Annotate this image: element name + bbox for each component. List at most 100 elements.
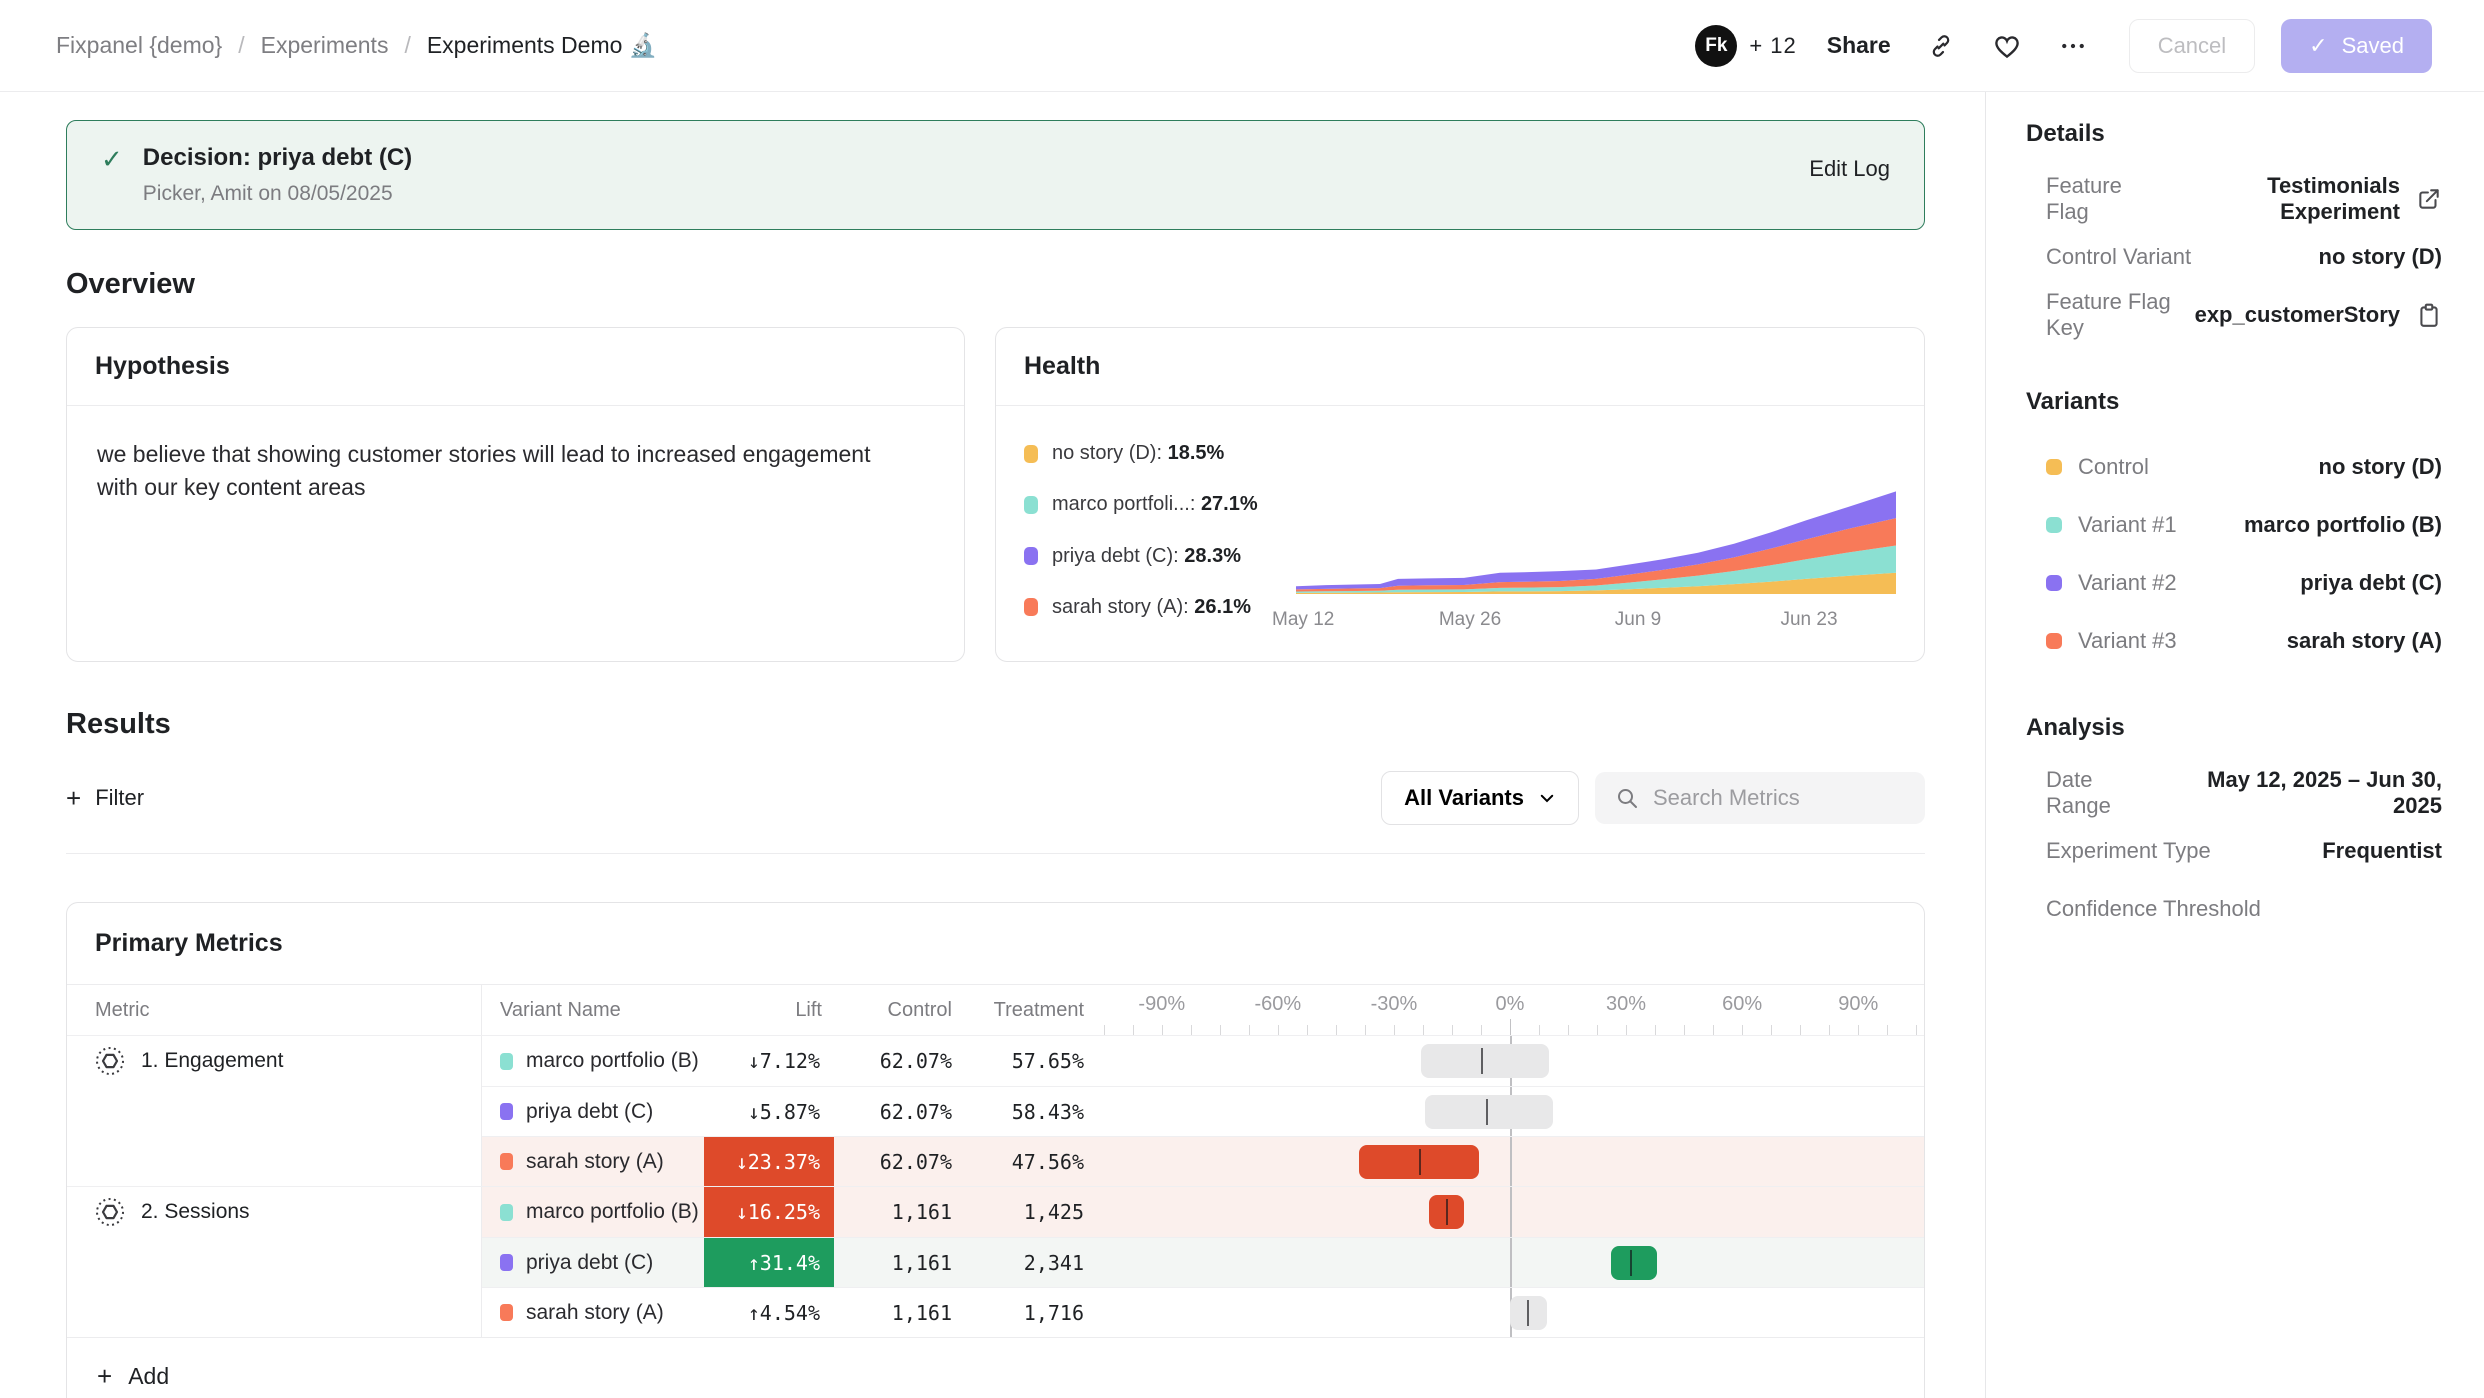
lift-axis-tick (1626, 1025, 1627, 1035)
lift-axis-tick (1336, 1025, 1337, 1035)
lift-axis-tick (1278, 1025, 1279, 1035)
treatment-value: 1,425 (964, 1187, 1096, 1237)
exposure-area-chart (1296, 482, 1896, 599)
breadcrumb-item[interactable]: Fixpanel {demo} (56, 32, 222, 59)
lift-axis: -90%-60%-30%0%30%60%90% (1096, 985, 1924, 1035)
metric-cell[interactable]: 2. Sessions (67, 1187, 482, 1337)
sidebar-row: Control Variantno story (D) (2026, 228, 2442, 286)
col-header-variant: Variant Name (482, 985, 704, 1035)
saved-button[interactable]: ✓ Saved (2281, 19, 2432, 73)
col-header-treatment: Treatment (964, 985, 1096, 1035)
sidebar-row: Feature FlagTestimonials Experiment (2026, 170, 2442, 228)
health-title: Health (1024, 352, 1896, 381)
table-row[interactable]: sarah story (A)↑4.54%1,1611,716 (482, 1287, 1924, 1337)
metric-cell[interactable]: 1. Engagement (67, 1036, 482, 1186)
more-button[interactable] (2053, 26, 2093, 66)
lift-axis-tick-label: 60% (1722, 993, 1762, 1016)
metrics-table-body: 1. Engagementmarco portfolio (B)↓7.12%62… (67, 1035, 1924, 1337)
table-row[interactable]: marco portfolio (B)↓7.12%62.07%57.65% (482, 1036, 1924, 1086)
col-header-metric: Metric (67, 985, 482, 1035)
lift-axis-tick (1394, 1025, 1395, 1035)
variant-name: sarah story (A) (526, 1150, 664, 1174)
copy-link-button[interactable] (1921, 26, 1961, 66)
treatment-value: 1,716 (964, 1288, 1096, 1337)
control-value: 1,161 (834, 1187, 964, 1237)
lift-axis-tick (1481, 1025, 1482, 1035)
lift-value: ↓16.25% (704, 1187, 834, 1237)
edit-log-button[interactable]: Edit Log (1809, 156, 1890, 182)
plus-icon: + (66, 783, 81, 814)
collaborators-count[interactable]: + 12 (1749, 33, 1796, 59)
cancel-button[interactable]: Cancel (2129, 19, 2255, 73)
variants-section: Variants Controlno story (D)Variant #1ma… (2026, 388, 2442, 670)
lift-axis-tick (1742, 1025, 1743, 1035)
lift-axis-tick (1887, 1025, 1888, 1035)
add-metric-button[interactable]: + Add (97, 1361, 169, 1392)
external-link-icon[interactable] (2416, 186, 2442, 212)
health-legend-label: marco portfoli...: 27.1% (1052, 493, 1258, 516)
metric-icon (95, 1197, 125, 1227)
chevron-down-icon (1538, 789, 1556, 807)
sidebar-row-label: Confidence Threshold (2046, 896, 2261, 922)
lift-axis-tick (1104, 1025, 1105, 1035)
confidence-interval-cell (1096, 1036, 1924, 1086)
ellipsis-icon (2058, 31, 2088, 61)
lift-marker (1486, 1099, 1488, 1125)
sidebar-row: Experiment TypeFrequentist (2026, 822, 2442, 880)
sidebar-row: Confidence Threshold (2026, 880, 2442, 938)
favorite-button[interactable] (1987, 26, 2027, 66)
table-row[interactable]: marco portfolio (B)↓16.25%1,1611,425 (482, 1187, 1924, 1237)
lift-axis-tick-label: -90% (1138, 993, 1185, 1016)
filter-label: Filter (95, 785, 144, 811)
lift-axis-tick (1452, 1025, 1453, 1035)
variants-dropdown[interactable]: All Variants (1381, 771, 1579, 825)
health-x-axis: May 12May 26Jun 9Jun 23 (1296, 609, 1896, 637)
lift-axis-tick-label: 0% (1496, 993, 1525, 1016)
search-metrics-input[interactable] (1653, 785, 1905, 811)
lift-value: ↓5.87% (704, 1087, 834, 1136)
lift-marker (1527, 1300, 1529, 1326)
variant-color-swatch (500, 1053, 513, 1070)
lift-axis-tick (1568, 1025, 1569, 1035)
metrics-table-header: Metric Variant Name Lift Control Treatme… (67, 985, 1924, 1035)
sidebar-row: Controlno story (D) (2026, 438, 2442, 496)
sidebar-row-label: Feature Flag Key (2046, 289, 2195, 341)
sidebar-row: Variant #3sarah story (A) (2026, 612, 2442, 670)
variant-color-swatch (500, 1103, 513, 1120)
avatar[interactable]: Fk (1695, 25, 1737, 67)
lift-axis-tick (1858, 1025, 1859, 1035)
health-legend-value: 27.1% (1201, 493, 1258, 515)
primary-metrics-card: Primary Metrics Metric Variant Name Lift… (66, 902, 1925, 1398)
metric-name: 2. Sessions (141, 1197, 250, 1224)
sidebar-row-value: Testimonials Experiment (2161, 173, 2400, 225)
control-value: 1,161 (834, 1238, 964, 1287)
breadcrumb-item[interactable]: Experiments Demo 🔬 (427, 32, 658, 59)
confidence-interval-cell (1096, 1288, 1924, 1337)
variant-color-swatch (2046, 459, 2062, 475)
analysis-heading: Analysis (2026, 714, 2442, 742)
search-metrics-box (1595, 772, 1925, 824)
sidebar-row-value: no story (D) (2319, 244, 2442, 270)
decision-check-icon: ✓ (101, 144, 123, 175)
clipboard-icon[interactable] (2416, 302, 2442, 328)
breadcrumb: Fixpanel {demo}/Experiments/Experiments … (56, 32, 657, 59)
table-row[interactable]: priya debt (C)↑31.4%1,1612,341 (482, 1237, 1924, 1287)
variant-color-swatch (1024, 598, 1038, 616)
lift-value: ↑31.4% (704, 1238, 834, 1287)
control-value: 62.07% (834, 1087, 964, 1136)
lift-axis-tick (1423, 1025, 1424, 1035)
sidebar-row-label: Feature Flag (2046, 173, 2161, 225)
breadcrumb-item[interactable]: Experiments (261, 32, 389, 59)
add-filter-button[interactable]: + Filter (66, 783, 144, 814)
table-row[interactable]: sarah story (A)↓23.37%62.07%47.56% (482, 1136, 1924, 1186)
confidence-interval-cell (1096, 1137, 1924, 1186)
content-column: ✓ Decision: priya debt (C) Picker, Amit … (0, 92, 1985, 1398)
treatment-value: 47.56% (964, 1137, 1096, 1186)
table-row[interactable]: priya debt (C)↓5.87%62.07%58.43% (482, 1086, 1924, 1136)
variant-name: priya debt (C) (526, 1100, 653, 1124)
variant-name: marco portfolio (B) (526, 1049, 699, 1073)
zero-baseline (1510, 1137, 1512, 1186)
lift-axis-tick (1597, 1025, 1598, 1035)
sidebar-row-label: Variant #3 (2078, 628, 2177, 654)
share-button[interactable]: Share (1823, 26, 1895, 65)
